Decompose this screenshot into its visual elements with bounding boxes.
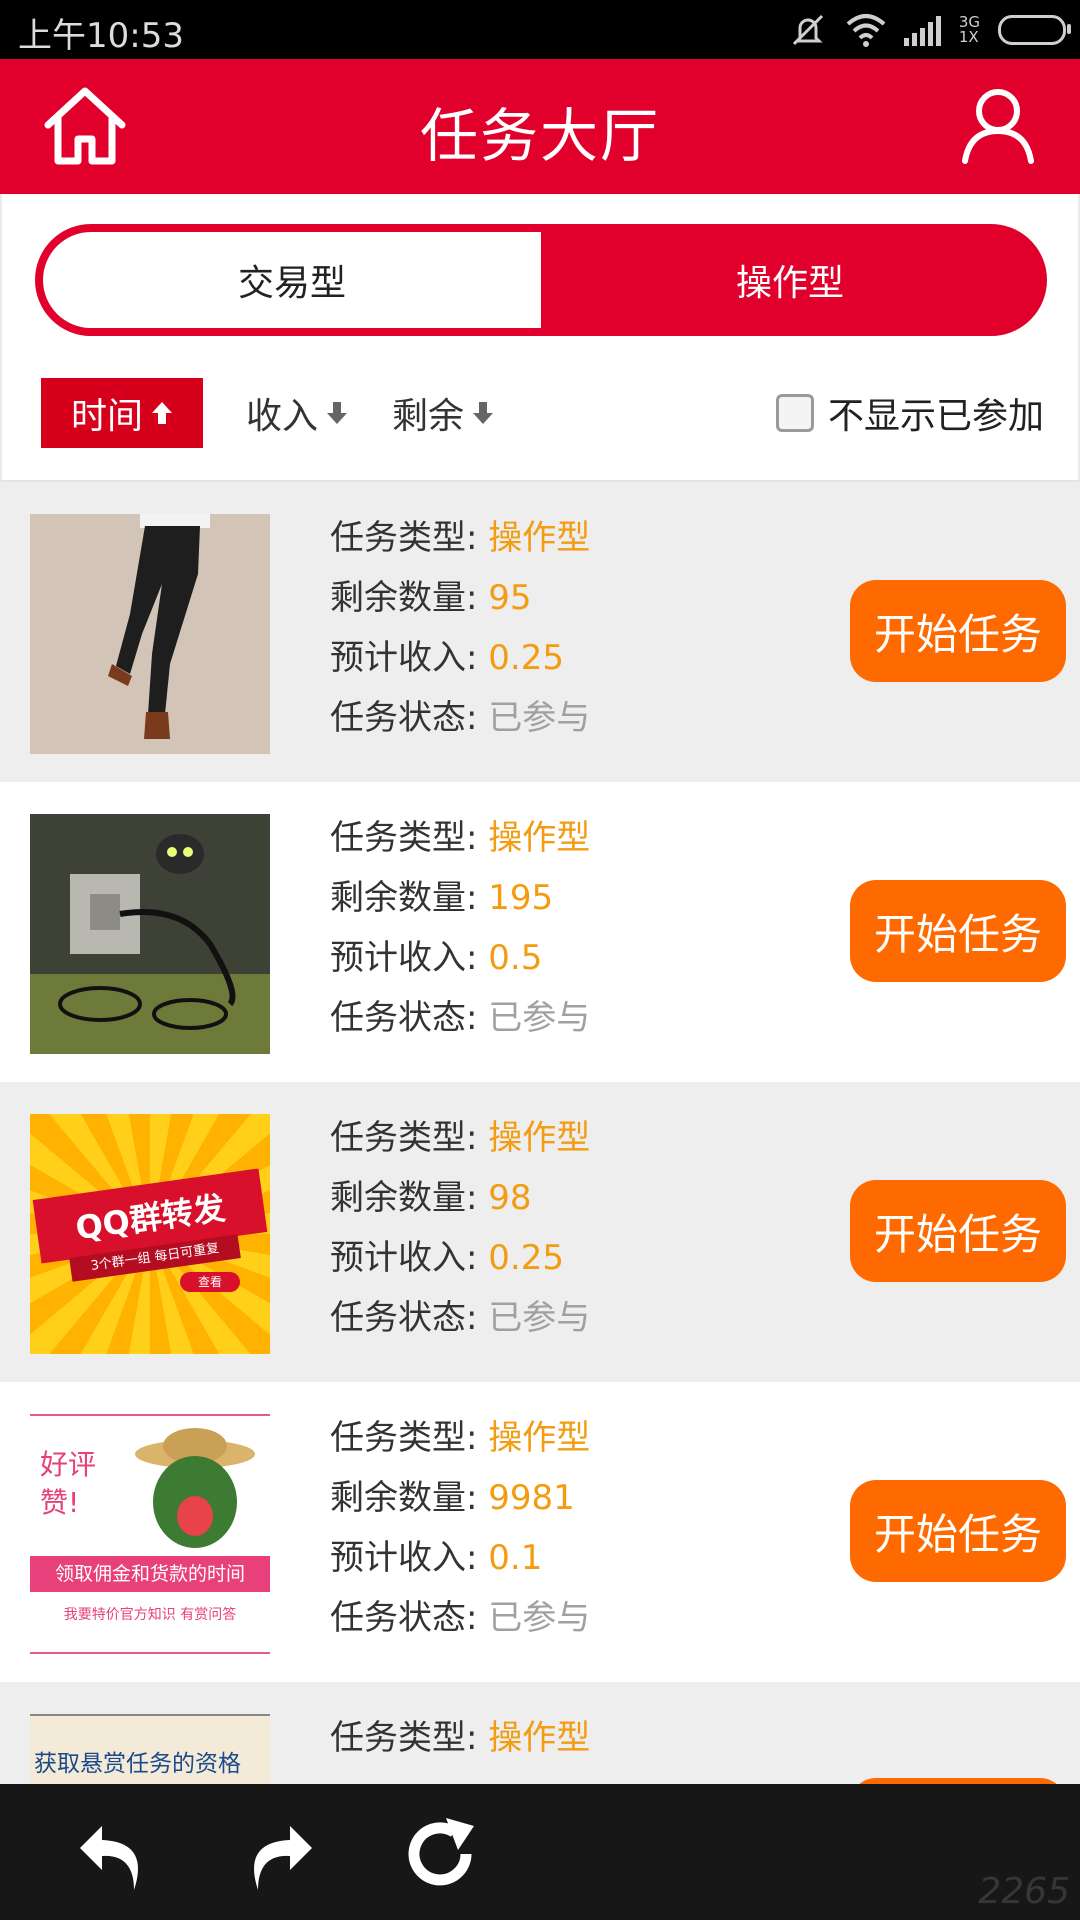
sort-income-label: 收入 xyxy=(246,396,319,437)
qq-group-banner: QQ群转发 3个群一组 每日可重复 查看 xyxy=(30,1114,270,1354)
status-bar: 上午10:53 3G 1X xyxy=(0,0,1080,59)
arrow-down-icon xyxy=(327,402,348,424)
sort-remaining-label: 剩余 xyxy=(392,396,465,437)
task-item[interactable]: 好评 赞! 领取佣金和货款的时间 我要特价官方知识 有赏问答 任务类型: 操作型… xyxy=(0,1382,1080,1682)
banner-text: 获取悬赏任务的资格 xyxy=(34,1751,241,1777)
wifi-icon xyxy=(846,14,886,47)
signal-icon xyxy=(903,14,941,46)
refresh-icon[interactable] xyxy=(400,1812,484,1896)
income-value: 0.5 xyxy=(488,938,543,978)
mute-icon xyxy=(792,14,823,46)
usb-lamp-photo xyxy=(30,814,270,1054)
income-value: 0.1 xyxy=(488,1538,543,1578)
sort-by-remaining-button[interactable]: 剩余 xyxy=(392,378,494,448)
task-item[interactable]: QQ群转发 3个群一组 每日可重复 查看 任务类型: 操作型 剩余数量: 98 … xyxy=(0,1082,1080,1382)
tab-operation[interactable]: 操作型 xyxy=(541,232,1039,328)
tab-trade[interactable]: 交易型 xyxy=(43,232,541,328)
sort-time-label: 时间 xyxy=(70,396,143,437)
task-type-value: 操作型 xyxy=(488,818,591,858)
status-value: 已参与 xyxy=(488,698,591,738)
task-type-value: 操作型 xyxy=(488,1718,591,1758)
hide-joined-checkbox[interactable] xyxy=(775,394,814,432)
start-task-button[interactable]: 开始任务 xyxy=(850,580,1066,682)
income-value: 0.25 xyxy=(488,638,564,678)
banner-middle-text: 领取佣金和货款的时间 xyxy=(30,1556,270,1592)
banner-button: 查看 xyxy=(180,1272,240,1292)
task-info: 任务类型: 操作型 剩余数量: 195 预计收入: 0.5 任务状态: 已参与 xyxy=(330,818,591,1038)
arrow-down-icon xyxy=(473,402,494,424)
task-type-value: 操作型 xyxy=(488,518,591,558)
banner-top-text: 好评 赞! xyxy=(40,1448,97,1519)
task-type-value: 操作型 xyxy=(488,1418,591,1458)
pants-photo xyxy=(30,514,270,754)
remaining-value: 98 xyxy=(488,1178,532,1218)
bottom-nav: 2265 xyxy=(0,1784,1080,1920)
sort-bar: 时间 收入 剩余 不显示已参加 xyxy=(2,378,1080,456)
task-info: 任务类型: 操作型 剩余数量: 98 预计收入: 0.25 任务状态: 已参与 xyxy=(330,1118,591,1338)
task-item[interactable]: 任务类型: 操作型 剩余数量: 195 预计收入: 0.5 任务状态: 已参与 … xyxy=(0,782,1080,1082)
task-type-tabs: 交易型 操作型 xyxy=(35,224,1047,336)
start-task-button[interactable]: 开始任务 xyxy=(850,1180,1066,1282)
header-bar: 任务大厅 xyxy=(0,59,1080,194)
status-value: 已参与 xyxy=(488,998,591,1038)
network-type: 3G 1X xyxy=(958,13,980,46)
watermark: 2265 xyxy=(978,1871,1070,1912)
task-info: 任务类型: 操作型 xyxy=(330,1718,591,1758)
status-icons: 3G 1X xyxy=(788,10,1071,50)
remaining-value: 9981 xyxy=(488,1478,575,1518)
status-value: 已参与 xyxy=(488,1598,591,1638)
task-info: 任务类型: 操作型 剩余数量: 95 预计收入: 0.25 任务状态: 已参与 xyxy=(330,518,591,738)
sort-by-income-button[interactable]: 收入 xyxy=(246,378,348,448)
battery-icon xyxy=(998,15,1071,45)
remaining-value: 195 xyxy=(488,878,554,918)
filter-panel: 交易型 操作型 时间 收入 剩余 不显示已参加 xyxy=(0,194,1080,482)
forward-icon[interactable] xyxy=(236,1812,320,1896)
remaining-value: 95 xyxy=(488,578,532,618)
back-icon[interactable] xyxy=(72,1812,156,1896)
banner-bottom-text: 我要特价官方知识 有赏问答 xyxy=(63,1607,237,1623)
sort-by-time-button[interactable]: 时间 xyxy=(41,378,203,448)
hide-joined-toggle[interactable]: 不显示已参加 xyxy=(775,378,1044,448)
start-task-button[interactable]: 开始任务 xyxy=(850,1480,1066,1582)
start-task-button[interactable]: 开始任务 xyxy=(850,880,1066,982)
income-value: 0.25 xyxy=(488,1238,564,1278)
page-title: 任务大厅 xyxy=(419,102,660,170)
task-info: 任务类型: 操作型 剩余数量: 9981 预计收入: 0.1 任务状态: 已参与 xyxy=(330,1418,591,1638)
watermelon-icon xyxy=(135,1428,255,1548)
task-type-value: 操作型 xyxy=(488,1118,591,1158)
task-list: 任务类型: 操作型 剩余数量: 95 预计收入: 0.25 任务状态: 已参与 … xyxy=(0,482,1080,1822)
task-item[interactable]: 任务类型: 操作型 剩余数量: 95 预计收入: 0.25 任务状态: 已参与 … xyxy=(0,482,1080,782)
arrow-up-icon xyxy=(152,402,172,424)
hide-joined-label: 不显示已参加 xyxy=(827,396,1044,437)
user-icon[interactable] xyxy=(960,85,1036,165)
status-time: 上午10:53 xyxy=(18,16,184,56)
watermelon-banner: 好评 赞! 领取佣金和货款的时间 我要特价官方知识 有赏问答 xyxy=(30,1414,270,1654)
status-value: 已参与 xyxy=(488,1298,591,1338)
